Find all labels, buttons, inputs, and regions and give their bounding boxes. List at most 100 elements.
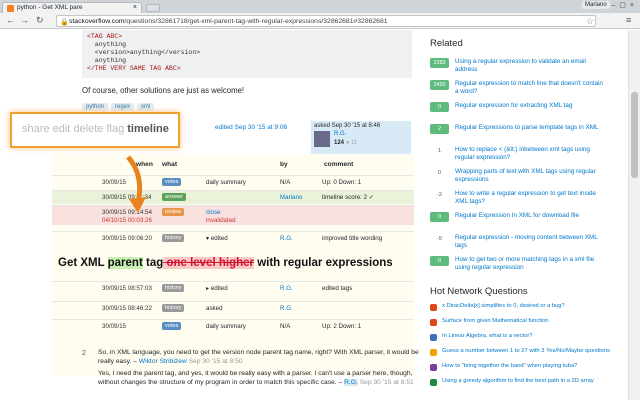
- related-question[interactable]: 0 Regular expression for extracting XML t…: [430, 102, 620, 126]
- event-by[interactable]: R.G.: [280, 285, 293, 292]
- tag-regex[interactable]: regex: [111, 103, 135, 111]
- site-icon: [430, 379, 437, 386]
- browser-tab[interactable]: python - Get XML pare ×: [2, 2, 142, 13]
- page-info-icon[interactable]: 🔒: [60, 17, 69, 26]
- flag-link[interactable]: flag: [106, 123, 124, 135]
- comment-author-1[interactable]: Wiktor Stribiżew: [139, 358, 187, 365]
- related-link[interactable]: Regular Expression In XML for download f…: [455, 212, 605, 220]
- related-link[interactable]: Regular expression to match line that do…: [455, 80, 605, 96]
- event-badge[interactable]: history: [162, 304, 185, 312]
- page-scrollbar[interactable]: [628, 30, 640, 400]
- title-diff: Get XML parent tag one level higher with…: [58, 257, 393, 269]
- event-by[interactable]: R.G.: [280, 235, 293, 242]
- timeline-row: 30/09/15 votes daily summary N/A Up: 2 Down:…: [52, 319, 414, 333]
- close-tab-icon[interactable]: ×: [133, 3, 137, 13]
- hnq-item[interactable]: How to "bring together the band" when pl…: [430, 363, 620, 377]
- related-question[interactable]: 1 How to replace < (&lt;) inbetween xml t…: [430, 146, 620, 170]
- related-link[interactable]: How to write a regular expression to get…: [455, 190, 605, 206]
- bookmark-star-icon[interactable]: ☆: [586, 16, 594, 27]
- related-question[interactable]: 2492 Regular expression to match line tha…: [430, 80, 620, 104]
- related-link[interactable]: Using a regular expression to validate a…: [455, 58, 605, 74]
- hnq-link[interactable]: Using a greedy algorithm to find the bes…: [442, 378, 612, 385]
- related-question[interactable]: 0 Regular Expression In XML for download …: [430, 212, 620, 236]
- tag-xml[interactable]: xml: [137, 103, 155, 111]
- related-score: 2: [430, 124, 449, 134]
- related-link[interactable]: Regular expression - moving content betw…: [455, 234, 605, 250]
- comment-2: Yes, I need the parent tag, and yes, it …: [98, 370, 414, 386]
- timeline-date: 30/09/15: [102, 323, 127, 330]
- related-link[interactable]: How to replace < (&lt;) inbetween xml ta…: [455, 146, 605, 162]
- related-score: 0: [430, 212, 449, 222]
- related-link[interactable]: Regular Expressions to parse template ta…: [455, 124, 605, 132]
- avatar[interactable]: [314, 131, 330, 147]
- timeline-row: 30/09/15 09:06:20 history ▾ edited R.G. impr…: [52, 231, 414, 245]
- related-link[interactable]: How to get two or more matching tags in …: [455, 256, 605, 272]
- related-question[interactable]: -2 How to write a regular expression to g…: [430, 190, 620, 214]
- asker-name[interactable]: R.G.: [334, 131, 346, 137]
- hnq-item[interactable]: Using a greedy algorithm to find the bes…: [430, 378, 620, 392]
- related-link[interactable]: Wrapping parts of text with XML tags usi…: [455, 168, 605, 184]
- related-question[interactable]: 2383 Using a regular expression to valida…: [430, 58, 620, 82]
- event-badge[interactable]: answer: [162, 193, 187, 201]
- page-content: <TAG ABC> anything <version>anything</ve…: [0, 30, 640, 400]
- delete-link[interactable]: delete: [73, 123, 103, 135]
- event-comment: improved title wording: [322, 235, 383, 242]
- hnq-link[interactable]: Guess a number between 1 to 27 with 3 Ye…: [442, 348, 612, 355]
- timeline-date: 30/09/15: [102, 179, 127, 186]
- hnq-item[interactable]: Surface from given Mathematical function: [430, 318, 620, 332]
- comments: So, in XML language, you need to get the…: [98, 348, 428, 387]
- event-what[interactable]: close: [206, 209, 220, 216]
- related-question[interactable]: 2 Regular Expressions to parse template t…: [430, 124, 620, 148]
- comment-author-2[interactable]: R.G.: [344, 379, 358, 386]
- tab-title: python - Get XML pare: [17, 4, 83, 11]
- code-line: anything: [87, 41, 127, 48]
- hnq-item[interactable]: Guess a number between 1 to 27 with 3 Ye…: [430, 348, 620, 362]
- url-input[interactable]: 🔒 stackoverflow.com/questions/32861718/g…: [56, 15, 596, 27]
- event-badge[interactable]: history: [162, 284, 185, 292]
- diff-removed: one level higher: [163, 257, 254, 269]
- user-profile-chip[interactable]: Mariano: [582, 1, 610, 9]
- related-score: 0: [430, 102, 449, 112]
- event-by[interactable]: Mariano: [280, 194, 302, 201]
- right-sidebar: Related 2383 Using a regular expression t…: [430, 30, 620, 400]
- hnq-item[interactable]: x DiracDelta[x] simplifies to 0, desired…: [430, 303, 620, 317]
- related-question[interactable]: -5 Regular expression - moving content be…: [430, 234, 620, 258]
- window-controls[interactable]: –▢×: [611, 1, 638, 9]
- url-host: stackoverflow.com: [69, 18, 125, 25]
- edit-link[interactable]: edit: [53, 123, 71, 135]
- timeline-link[interactable]: timeline: [127, 123, 169, 135]
- forward-icon[interactable]: →: [20, 15, 29, 25]
- event-badge[interactable]: review: [162, 208, 185, 216]
- event-badge[interactable]: votes: [162, 322, 182, 330]
- question-paragraph: Of course, other solutions are just as w…: [82, 86, 245, 95]
- share-link[interactable]: share: [22, 123, 50, 135]
- related-score: -2: [430, 190, 449, 200]
- new-tab-button[interactable]: [146, 4, 160, 12]
- related-score: 1: [430, 146, 449, 156]
- related-question[interactable]: 0 Wrapping parts of text with XML tags us…: [430, 168, 620, 192]
- hnq-link[interactable]: In Linear Algebra, what is a vector?: [442, 333, 612, 340]
- timeline-header-by: by: [280, 161, 288, 168]
- question-tags: python regex xml: [82, 103, 155, 111]
- related-link[interactable]: Regular expression for extracting XML ta…: [455, 102, 605, 110]
- related-score: 0: [430, 256, 449, 266]
- related-score: -5: [430, 234, 449, 244]
- chrome-menu-icon[interactable]: ≡: [626, 15, 631, 25]
- back-icon[interactable]: ←: [6, 15, 15, 25]
- hnq-link[interactable]: Surface from given Mathematical function: [442, 318, 612, 325]
- event-badge[interactable]: history: [162, 234, 185, 242]
- hnq-link[interactable]: How to "bring together the band" when pl…: [442, 363, 612, 370]
- timeline-date-2: 04/10/15 00:03:26: [102, 217, 152, 224]
- related-question[interactable]: 0 How to get two or more matching tags in…: [430, 256, 620, 280]
- event-badge[interactable]: votes: [162, 178, 182, 186]
- edited-link[interactable]: edited Sep 30 '15 at 9:06: [215, 124, 287, 131]
- scrollbar-thumb[interactable]: [631, 92, 638, 178]
- reload-icon[interactable]: ↻: [36, 15, 44, 26]
- hnq-item[interactable]: In Linear Algebra, what is a vector?: [430, 333, 620, 347]
- tag-python[interactable]: python: [82, 103, 109, 111]
- related-heading: Related: [430, 38, 463, 49]
- event-what: asked: [206, 305, 223, 312]
- event-comment: timeline score: 2 ✓: [322, 194, 374, 201]
- hnq-link[interactable]: x DiracDelta[x] simplifies to 0, desired…: [442, 303, 612, 310]
- event-by[interactable]: R.G.: [280, 305, 293, 312]
